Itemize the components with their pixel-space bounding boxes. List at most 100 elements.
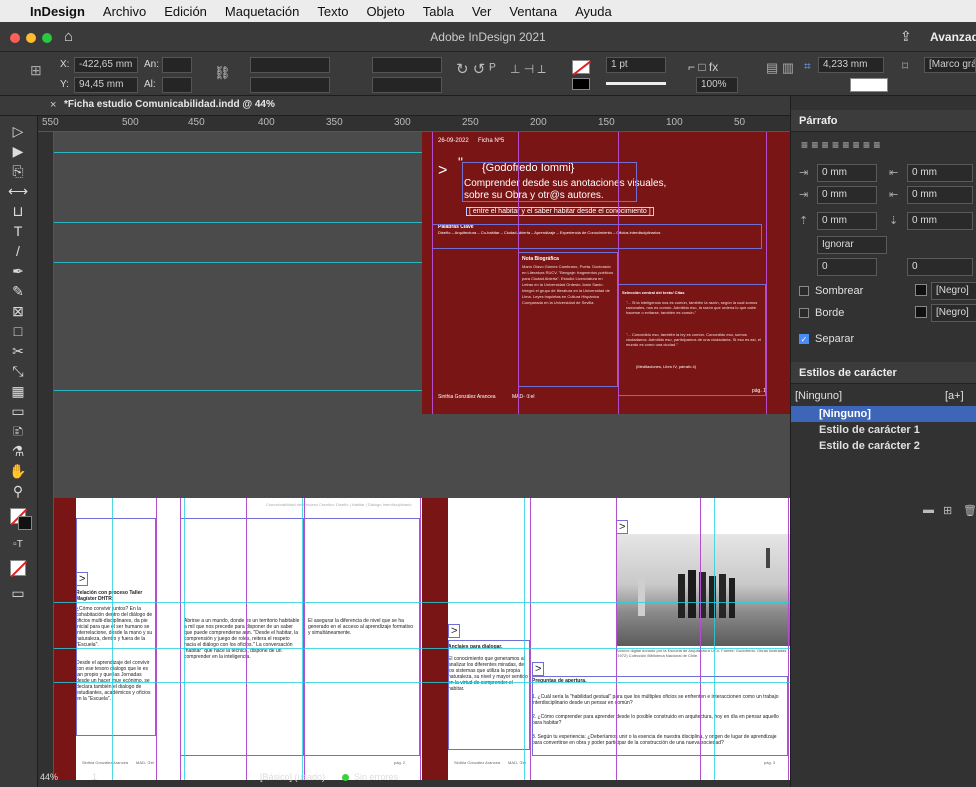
delete-style-icon[interactable]: 🗑 (963, 504, 976, 517)
drop-cap-lines-field[interactable]: 0 (817, 258, 877, 276)
share-icon[interactable]: ⇪ (900, 28, 912, 45)
new-style-group-icon[interactable]: ▬ (923, 504, 934, 516)
align-buttons-icon[interactable]: ≡ ≡ ≡ ≡ ≡ ≡ ≡ ≡ (801, 138, 880, 152)
rectangle-frame-tool-icon[interactable]: ⊠ (8, 302, 28, 320)
create-style-shortcut[interactable]: [a+] (945, 390, 964, 402)
line-tool-icon[interactable]: / (8, 242, 28, 260)
shading-checkbox[interactable] (799, 286, 809, 296)
text-frame[interactable] (448, 640, 530, 750)
drop-cap-chars-field[interactable]: 0 (907, 258, 973, 276)
scissors-tool-icon[interactable]: ✂ (8, 342, 28, 360)
gradient-feather-tool-icon[interactable]: ▭ (8, 402, 28, 420)
content-collector-icon[interactable]: ⊔ (8, 202, 28, 220)
shear-field[interactable] (372, 77, 442, 93)
opacity-field[interactable]: 100% (696, 77, 738, 93)
eyedropper-tool-icon[interactable]: ⚗ (8, 442, 28, 460)
fit-frame-icon[interactable]: ⌐ □ fx (688, 60, 718, 74)
border-color-swatch[interactable] (915, 306, 927, 318)
preflight-profile[interactable]: [Básico] (usado) (260, 772, 325, 782)
shading-color-swatch[interactable] (915, 284, 927, 296)
first-line-indent-field[interactable]: 0 mm (817, 186, 877, 204)
corner-size-field[interactable]: 4,233 mm (818, 57, 884, 73)
gradient-swatch-tool-icon[interactable]: ▦ (8, 382, 28, 400)
menu-archivo[interactable]: Archivo (103, 4, 146, 19)
menu-tabla[interactable]: Tabla (423, 4, 454, 19)
page-3[interactable]: > Archivo digital donado por la Escuela … (448, 498, 790, 780)
selection-tool-icon[interactable]: ▷ (8, 122, 28, 140)
separate-checkbox[interactable]: ✓ (799, 334, 809, 344)
character-styles-title[interactable]: Estilos de carácter (791, 362, 976, 384)
menu-ver[interactable]: Ver (472, 4, 492, 19)
preflight-status[interactable]: Sin errores (354, 772, 398, 782)
page-2[interactable]: Comunicabilidad del Proceso Creativo: Di… (76, 498, 422, 780)
guide-line[interactable] (112, 498, 113, 780)
close-tab-icon[interactable]: × (50, 99, 56, 111)
frame-style-swatch[interactable] (850, 78, 888, 92)
y-field[interactable]: 94,45 mm (74, 77, 138, 93)
flip-icon[interactable]: ⊥ ⊣ ⟂ (510, 62, 546, 77)
zoom-tool-icon[interactable]: ⚲ (8, 482, 28, 500)
guide-line[interactable] (524, 498, 525, 780)
document-canvas[interactable]: 26-09-2022 Ficha Nº5 > " {Godofredo Iomm… (54, 132, 790, 780)
guide-line[interactable] (184, 498, 185, 780)
title-text-frame[interactable] (462, 162, 637, 202)
direct-selection-tool-icon[interactable]: ▶ (8, 142, 28, 160)
note-tool-icon[interactable]: 🗈 (8, 422, 28, 440)
pen-tool-icon[interactable]: ✒ (8, 262, 28, 280)
text-frame[interactable] (304, 518, 420, 756)
stroke-weight-field[interactable]: 1 pt (606, 57, 666, 73)
gap-tool-icon[interactable]: ⟷ (8, 182, 28, 200)
guide-line[interactable] (54, 682, 790, 683)
guide-line[interactable] (54, 648, 790, 649)
text-frame[interactable] (180, 518, 304, 756)
align-to-grid-select[interactable]: Ignorar (817, 236, 887, 254)
reference-point-icon[interactable]: ⊞ (30, 62, 42, 79)
page-selector[interactable]: 1 (92, 772, 97, 782)
left-indent-field[interactable]: 0 mm (817, 164, 877, 182)
style-item[interactable]: Estilo de carácter 1 (791, 422, 976, 438)
type-tool-icon[interactable]: T (8, 222, 28, 240)
stroke-type-preview[interactable] (606, 82, 666, 85)
text-wrap-icon[interactable]: ▤ ▥ (766, 60, 794, 76)
rectangle-tool-icon[interactable]: □ (8, 322, 28, 340)
space-before-field[interactable]: 0 mm (817, 212, 877, 230)
page-tool-icon[interactable]: ⎘ (8, 162, 28, 180)
workspace-switcher[interactable]: Avanzado (930, 30, 976, 44)
corner-icon[interactable]: ⌗ (804, 59, 811, 74)
right-indent-field[interactable]: 0 mm (907, 164, 973, 182)
rotate-icon[interactable]: ↻ ↺ ᴾ (456, 60, 496, 78)
guide-line[interactable] (714, 498, 715, 780)
menu-texto[interactable]: Texto (317, 4, 348, 19)
zoom-level[interactable]: 44% (40, 772, 58, 782)
menu-maquetacion[interactable]: Maquetación (225, 4, 299, 19)
hand-tool-icon[interactable]: ✋ (8, 462, 28, 480)
text-frame[interactable] (532, 676, 788, 756)
scale-y-field[interactable] (250, 77, 330, 93)
document-tab[interactable]: *Ficha estudio Comunicabilidad.indd @ 44… (64, 99, 275, 110)
new-style-icon[interactable]: ⊞ (943, 504, 952, 517)
bio-frame[interactable] (518, 252, 618, 387)
guide-line[interactable] (54, 602, 790, 603)
quotes-frame[interactable] (618, 284, 766, 396)
style-item[interactable]: Estilo de carácter 2 (791, 438, 976, 454)
scale-x-field[interactable] (250, 57, 330, 73)
last-line-indent-field[interactable]: 0 mm (907, 186, 973, 204)
menu-ayuda[interactable]: Ayuda (575, 4, 612, 19)
guide-line[interactable] (302, 498, 303, 780)
pencil-tool-icon[interactable]: ✎ (8, 282, 28, 300)
shading-color-select[interactable]: [Negro] (931, 282, 976, 300)
rotation-field[interactable] (372, 57, 442, 73)
paragraph-panel-title[interactable]: Párrafo (791, 110, 976, 132)
keywords-frame[interactable] (432, 224, 762, 249)
fill-swatch[interactable] (572, 60, 592, 76)
free-transform-tool-icon[interactable]: ⤡ (8, 362, 28, 380)
border-checkbox[interactable] (799, 308, 809, 318)
space-after-field[interactable]: 0 mm (907, 212, 973, 230)
apply-none-icon[interactable] (10, 560, 28, 578)
menu-ventana[interactable]: Ventana (509, 4, 557, 19)
object-style-field[interactable]: [Marco gráfic (924, 57, 976, 73)
text-frame[interactable] (76, 518, 156, 736)
cover-page[interactable]: 26-09-2022 Ficha Nº5 > " {Godofredo Iomm… (422, 132, 790, 414)
archive-photo[interactable] (616, 534, 790, 646)
style-item-selected[interactable]: [Ninguno] (791, 406, 976, 422)
